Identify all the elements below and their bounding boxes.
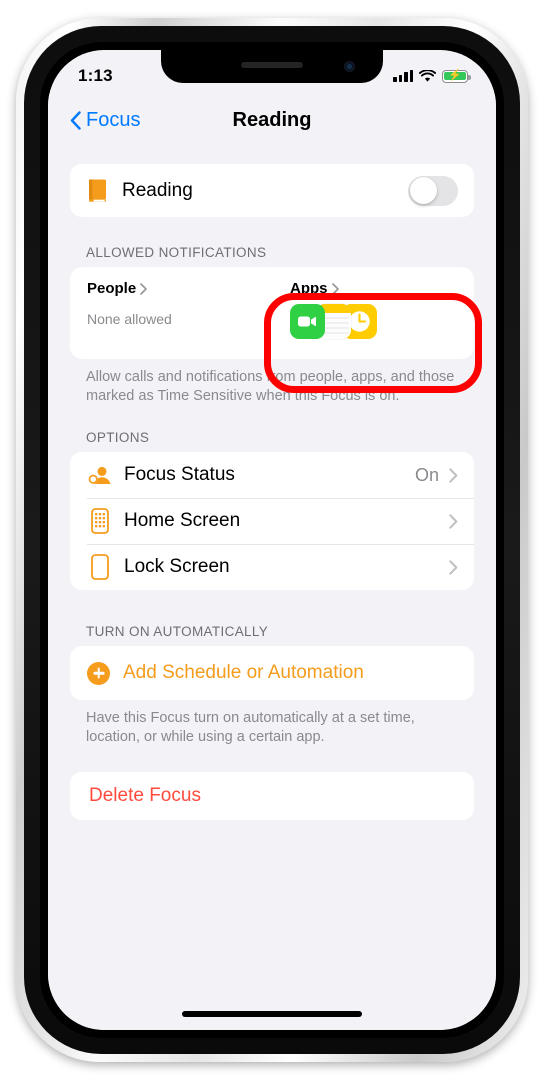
focus-master-card: Reading [70,164,474,217]
screenshot-stage: 1:13 ⚡ Focus Reading Reading ALLOWED NOT… [0,0,544,1080]
lock-screen-icon [87,554,112,581]
phone-inner-shell: 1:13 ⚡ Focus Reading Reading ALLOWED NOT… [24,26,520,1054]
chevron-right-icon [449,468,458,483]
focus-master-label: Reading [122,179,193,201]
chevron-right-icon [449,560,458,575]
front-camera-icon [344,61,355,72]
people-column[interactable]: People None allowed [70,267,271,359]
option-label-home-screen: Home Screen [124,510,241,532]
delete-focus-button[interactable]: Delete Focus [70,772,474,820]
home-screen-icon [87,508,112,535]
option-row-lock-screen[interactable]: Lock Screen [70,544,474,590]
turn-on-automatically-header: TURN ON AUTOMATICALLY [86,624,269,640]
home-indicator[interactable] [182,1011,362,1017]
facetime-icon [290,304,325,339]
settings-content: Reading ALLOWED NOTIFICATIONS People Non… [48,146,496,1030]
apps-column[interactable]: Apps [271,267,474,359]
people-button[interactable]: People [87,280,271,297]
plus-circle-icon [87,661,110,685]
delete-focus-label: Delete Focus [89,784,201,806]
option-label-lock-screen: Lock Screen [124,556,230,578]
turn-on-automatically-card: Add Schedule or Automation [70,646,474,701]
navigation-bar: Focus Reading [48,94,496,146]
chevron-right-icon [140,282,148,295]
allowed-app-icons [290,304,474,339]
people-subtitle: None allowed [87,311,172,327]
options-header: OPTIONS [86,430,150,446]
turn-on-automatically-footer: Have this Focus turn on automatically at… [86,710,415,746]
back-button-label: Focus [86,108,141,131]
focus-status-person-icon [87,465,112,485]
wifi-icon [419,69,436,82]
option-row-focus-status[interactable]: Focus Status On [70,452,474,498]
options-card: Focus Status On Home Screen Lock Screen [70,452,474,591]
notch [161,50,383,83]
status-indicators: ⚡ [393,69,471,83]
status-time: 1:13 [78,66,113,85]
earpiece-speaker-icon [241,62,303,68]
delete-focus-card: Delete Focus [70,771,474,820]
apps-label: Apps [290,280,328,297]
phone-screen: 1:13 ⚡ Focus Reading Reading ALLOWED NOT… [48,50,496,1030]
phone-bezel: 1:13 ⚡ Focus Reading Reading ALLOWED NOT… [40,42,504,1038]
allowed-notifications-card: People None allowed Apps [70,267,474,359]
add-schedule-label: Add Schedule or Automation [123,662,364,684]
toggle-knob [409,177,437,204]
chevron-right-icon [331,282,339,295]
allowed-notifications-footer: Allow calls and notifications from peopl… [86,369,455,405]
focus-enable-toggle[interactable] [408,175,458,206]
allowed-notifications-header: ALLOWED NOTIFICATIONS [86,245,267,260]
iphone-device-frame: 1:13 ⚡ Focus Reading Reading ALLOWED NOT… [16,18,528,1062]
option-label-focus-status: Focus Status [124,464,235,486]
add-schedule-button[interactable]: Add Schedule or Automation [70,646,474,700]
option-row-home-screen[interactable]: Home Screen [70,498,474,544]
chevron-right-icon [449,514,458,529]
book-icon [89,179,106,202]
chevron-left-icon [70,110,81,130]
option-value-focus-status: On [414,464,439,485]
apps-button[interactable]: Apps [290,280,474,297]
back-button-focus[interactable]: Focus [70,109,140,132]
battery-charging-icon: ⚡ [442,69,471,83]
cellular-bars-icon [393,70,413,82]
focus-master-row: Reading [70,164,474,217]
people-label: People [87,280,137,297]
